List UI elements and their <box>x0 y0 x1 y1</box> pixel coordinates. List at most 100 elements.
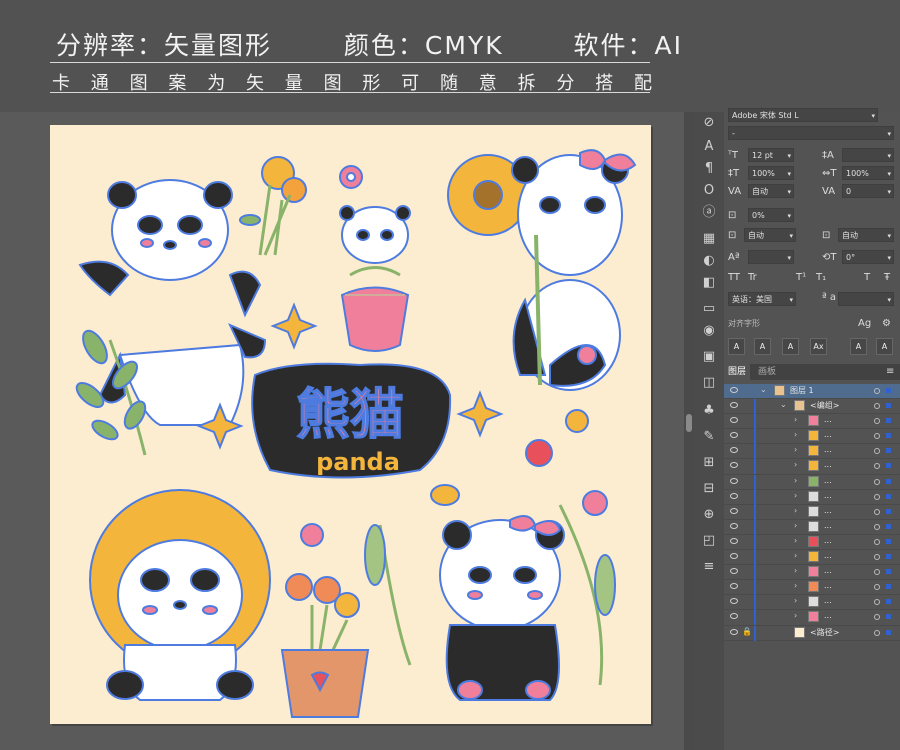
strikethrough-button[interactable]: Ŧ <box>884 272 890 283</box>
transparency-icon[interactable]: ◉ <box>700 322 718 340</box>
selection-indicator[interactable] <box>886 463 891 469</box>
rotation-field[interactable]: 0° ▾ <box>842 250 894 264</box>
artwork-illustration[interactable]: 熊猫 panda <box>50 125 651 724</box>
type-tool-icon[interactable]: ⊘ <box>700 114 718 132</box>
selection-indicator[interactable] <box>886 403 891 409</box>
sublayer-row[interactable]: ›... <box>724 565 900 581</box>
horizontal-scale-field[interactable]: 100% ▾ <box>842 166 894 180</box>
underline-button[interactable]: T <box>864 272 870 283</box>
sublayer-name[interactable]: ... <box>824 460 832 469</box>
visibility-eye-icon[interactable] <box>730 402 738 409</box>
selection-indicator[interactable] <box>886 433 891 439</box>
symbols-icon[interactable]: ♣ <box>700 402 718 420</box>
sublayer-row[interactable]: ›... <box>724 595 900 611</box>
align-icon[interactable]: ⊞ <box>700 454 718 472</box>
chevron-right-icon[interactable]: › <box>794 415 797 424</box>
sublayer-row[interactable]: ›... <box>724 474 900 490</box>
chevron-right-icon[interactable]: › <box>794 596 797 605</box>
chevron-right-icon[interactable]: › <box>794 460 797 469</box>
visibility-eye-icon[interactable] <box>730 432 738 439</box>
gradient-icon[interactable]: ◧ <box>700 274 718 292</box>
target-icon[interactable] <box>874 388 880 394</box>
all-caps-button[interactable]: TT <box>728 272 740 283</box>
target-icon[interactable] <box>874 418 880 425</box>
sublayer-row[interactable]: ›... <box>724 519 900 535</box>
chevron-right-icon[interactable]: › <box>794 536 797 545</box>
visibility-eye-icon[interactable] <box>730 628 738 635</box>
chevron-right-icon[interactable]: › <box>794 551 797 560</box>
sublayer-row[interactable]: ›... <box>724 504 900 520</box>
target-icon[interactable] <box>874 629 880 636</box>
chevron-right-icon[interactable]: › <box>794 521 797 530</box>
artboard[interactable]: 熊猫 panda <box>50 125 651 724</box>
visibility-eye-icon[interactable] <box>730 568 738 575</box>
path-name[interactable]: <路径> <box>810 627 839 638</box>
selection-indicator[interactable] <box>886 554 891 560</box>
tab-layers[interactable]: 图层 <box>724 364 751 380</box>
comments-icon[interactable]: ▭ <box>700 300 718 318</box>
sublayer-name[interactable]: ... <box>824 506 832 515</box>
subscript-button[interactable]: T₁ <box>816 272 826 283</box>
target-icon[interactable] <box>874 523 880 530</box>
target-icon[interactable] <box>874 478 880 485</box>
selection-indicator[interactable] <box>886 523 891 529</box>
target-icon[interactable] <box>874 493 880 500</box>
vertical-scale-field[interactable]: 100% ▾ <box>748 166 794 180</box>
menu-lines-icon[interactable]: ≡ <box>700 558 718 576</box>
settings-gear-icon[interactable]: ⚙ <box>882 318 891 329</box>
chevron-down-icon[interactable]: ⌄ <box>760 385 767 394</box>
tsume-field[interactable]: 0% ▾ <box>748 208 794 222</box>
chevron-down-icon[interactable]: ⌄ <box>780 400 787 409</box>
visibility-eye-icon[interactable] <box>730 447 738 454</box>
language-field[interactable]: 英语：美国 ▾ <box>728 292 796 306</box>
target-icon[interactable] <box>874 433 880 440</box>
sublayer-name[interactable]: ... <box>824 596 832 605</box>
selection-indicator[interactable] <box>886 599 891 605</box>
sublayer-row[interactable]: ›... <box>724 580 900 596</box>
superscript-button[interactable]: T¹ <box>796 272 806 283</box>
font-family-field[interactable]: Adobe 宋体 Std L ▾ <box>728 108 878 122</box>
color-icon[interactable]: ◐ <box>700 252 718 270</box>
glyph-button-6[interactable]: A <box>876 338 893 355</box>
target-icon[interactable] <box>874 448 880 455</box>
selection-indicator[interactable] <box>886 569 891 575</box>
glyph-button-5[interactable]: A <box>850 338 867 355</box>
selection-indicator[interactable] <box>886 448 891 454</box>
leading-field[interactable]: ▾ <box>842 148 894 162</box>
target-icon[interactable] <box>874 599 880 606</box>
target-icon[interactable] <box>874 554 880 561</box>
panel-menu-icon[interactable]: ≡ <box>886 366 894 377</box>
sublayer-name[interactable]: ... <box>824 415 832 424</box>
appearance-icon[interactable]: ◰ <box>700 532 718 550</box>
scroll-thumb[interactable] <box>686 414 692 432</box>
sublayer-name[interactable]: ... <box>824 430 832 439</box>
chevron-right-icon[interactable]: › <box>794 491 797 500</box>
sublayer-name[interactable]: ... <box>824 521 832 530</box>
character-icon[interactable]: A <box>700 138 718 156</box>
links-icon[interactable]: ⊕ <box>700 506 718 524</box>
chevron-right-icon[interactable]: › <box>794 476 797 485</box>
selection-indicator[interactable] <box>886 629 891 635</box>
visibility-eye-icon[interactable] <box>730 507 738 514</box>
chevron-right-icon[interactable]: › <box>794 611 797 620</box>
sublayer-row[interactable]: ›... <box>724 414 900 430</box>
kerning-field[interactable]: 自动 ▾ <box>748 184 794 198</box>
target-icon[interactable] <box>874 403 880 410</box>
sublayer-row[interactable]: ›... <box>724 489 900 505</box>
glyphs-icon[interactable]: ⓐ <box>700 204 718 222</box>
glyph-options-icon[interactable]: Ag <box>858 318 871 329</box>
chevron-right-icon[interactable]: › <box>794 566 797 575</box>
sublayer-row[interactable]: ›... <box>724 534 900 551</box>
tab-artboards[interactable]: 画板 <box>754 364 780 380</box>
visibility-eye-icon[interactable] <box>730 553 738 560</box>
visibility-eye-icon[interactable] <box>730 417 738 424</box>
paragraph-icon[interactable]: ¶ <box>700 160 718 178</box>
selection-indicator[interactable] <box>886 493 891 499</box>
glyph-button-3[interactable]: A <box>782 338 799 355</box>
canvas-vertical-scrollbar[interactable] <box>684 112 694 750</box>
visibility-eye-icon[interactable] <box>730 583 738 590</box>
chevron-right-icon[interactable]: › <box>794 581 797 590</box>
visibility-eye-icon[interactable] <box>730 522 738 529</box>
glyph-button-2[interactable]: A <box>754 338 771 355</box>
selection-indicator[interactable] <box>886 614 891 620</box>
